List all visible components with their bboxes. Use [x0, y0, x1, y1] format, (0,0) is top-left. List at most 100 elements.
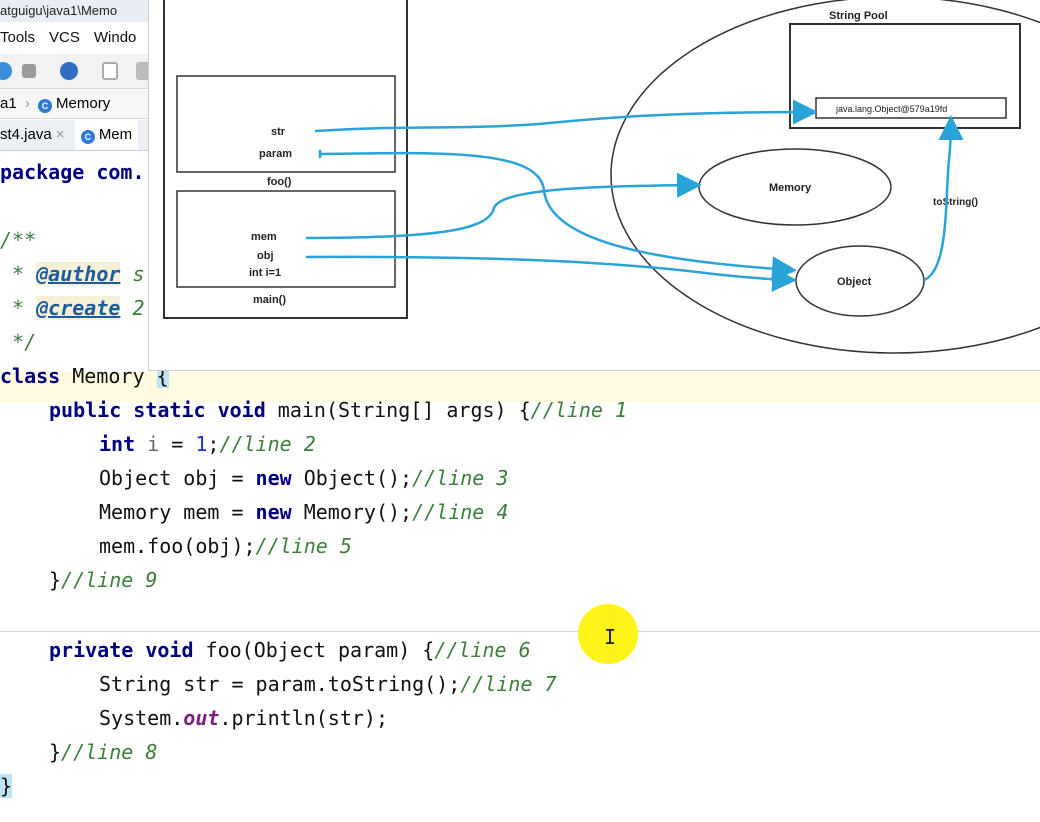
breadcrumb: a1 › C Memory [0, 90, 148, 119]
keyword: public static void [49, 398, 266, 422]
tab-file-2-label: Mem [98, 126, 133, 143]
refresh-icon[interactable] [60, 62, 78, 80]
keyword: private void [49, 638, 194, 662]
doc-star: * [0, 262, 37, 286]
keyword: class [0, 364, 61, 388]
code-line: }//line 9 [49, 563, 157, 597]
code-text: Object(); [291, 466, 413, 490]
text-cursor-icon: I [604, 625, 617, 649]
code-text: = [159, 432, 196, 456]
code-text: String str = param.toString(); [99, 672, 461, 696]
code-text: ; [207, 432, 220, 456]
class-name: Memory [60, 364, 157, 388]
doc-star: * [0, 296, 37, 320]
menu-bar: Tools VCS Windo [0, 26, 148, 50]
memory-diagram: str param foo() mem obj int i=1 main() S… [148, 0, 1040, 371]
run-icon[interactable] [0, 62, 12, 80]
code-line: String str = param.toString();//line 7 [99, 667, 557, 701]
line-comment: //line 1 [530, 398, 627, 422]
code-text: } [49, 740, 62, 764]
class-icon: C [38, 99, 53, 113]
number-literal: 1 [195, 432, 208, 456]
line-comment: //line 9 [61, 568, 158, 592]
code-line: */ [0, 325, 36, 359]
method-separator [0, 631, 1040, 632]
ide-window: atguigu\java1\Memo Tools VCS Windo a1 › CM… [0, 0, 1040, 822]
static-field: out [183, 706, 220, 730]
line-comment: //line 2 [219, 432, 316, 456]
pool-entry-value: java.lang.Object@579a19fd [835, 104, 947, 114]
code-text: .println(str); [219, 706, 388, 730]
code-line: Object obj = new Object();//line 3 [99, 461, 508, 495]
code-line: package com. [0, 155, 145, 189]
code-line: System.out.println(str); [99, 701, 388, 735]
breadcrumb-module[interactable]: a1 [0, 95, 17, 112]
breadcrumb-class[interactable]: Memory [56, 95, 110, 112]
line-comment: //line 6 [434, 638, 531, 662]
class-icon: C [80, 130, 95, 144]
doc-text: s [120, 262, 145, 286]
line-comment: //line 4 [412, 500, 509, 524]
keyword: new [255, 466, 292, 490]
arrow-obj-to-object [305, 255, 797, 292]
menu-vcs[interactable]: VCS [49, 29, 80, 46]
label-obj: obj [257, 250, 274, 262]
code-line: mem.foo(obj);//line 5 [99, 529, 352, 563]
arrow-str-to-pool [314, 99, 818, 133]
editor-tabs: st4.java × C Mem [0, 120, 148, 151]
main-frame-box [176, 190, 396, 288]
code-text: main(String[] args) { [265, 398, 531, 422]
package-decl: package com. [0, 160, 145, 184]
code-line: public static void main(String[] args) {… [49, 393, 627, 427]
doc-comment-start: /** [0, 228, 37, 252]
label-main-frame: main() [253, 294, 286, 306]
label-string-pool: String Pool [829, 10, 888, 22]
doc-comment-end: */ [0, 330, 37, 354]
doc-text: 2 [120, 296, 145, 320]
label-str: str [271, 126, 286, 138]
code-text: Memory(); [291, 500, 413, 524]
line-comment: //line 7 [460, 672, 557, 696]
code-line: Memory mem = new Memory();//line 4 [99, 495, 508, 529]
label-foo-frame: foo() [267, 176, 292, 188]
javadoc-author-tag: @author [36, 262, 121, 286]
arrow-mem-to-memory [305, 172, 702, 240]
stop-icon[interactable] [22, 64, 36, 78]
label-param: param [259, 148, 292, 160]
code-text: mem.foo(obj); [99, 534, 256, 558]
code-line: private void foo(Object param) {//line 6 [49, 633, 531, 667]
code-line: }//line 8 [49, 735, 157, 769]
label-int-i: int i=1 [249, 267, 281, 279]
code-text: Object obj = [99, 466, 256, 490]
line-comment: //line 8 [61, 740, 158, 764]
arrow-param-to-object [318, 150, 792, 270]
copy-icon[interactable] [102, 62, 118, 80]
close-icon[interactable]: × [56, 126, 65, 143]
code-line: int i = 1;//line 2 [99, 427, 316, 461]
label-tostring: toString() [933, 197, 978, 208]
label-mem: mem [251, 231, 277, 243]
keyword: new [255, 500, 292, 524]
line-comment: //line 5 [255, 534, 352, 558]
matched-brace: } [0, 774, 13, 798]
memory-diagram-svg: str param foo() mem obj int i=1 main() S… [163, 0, 1040, 354]
code-line: } [0, 769, 13, 803]
tab-file-2[interactable]: C Mem [74, 120, 139, 150]
code-line: * @create 2 [0, 291, 145, 325]
chevron-right-icon: › [24, 95, 30, 112]
keyword: int [99, 432, 136, 456]
menu-window[interactable]: Windo [94, 29, 137, 46]
code-line: /** [0, 223, 36, 257]
code-text: } [49, 568, 62, 592]
code-text: Memory mem = [99, 500, 256, 524]
tab-file-1-label: st4.java [0, 126, 52, 143]
menu-tools[interactable]: Tools [0, 29, 35, 46]
toolbar [0, 54, 154, 89]
code-text: foo(Object param) { [193, 638, 435, 662]
label-object: Object [837, 276, 872, 288]
variable: i [135, 432, 160, 456]
javadoc-create-tag: @create [36, 296, 121, 320]
heap-ellipse [610, 0, 1040, 354]
tab-file-1[interactable]: st4.java × [0, 120, 71, 150]
line-comment: //line 3 [412, 466, 509, 490]
